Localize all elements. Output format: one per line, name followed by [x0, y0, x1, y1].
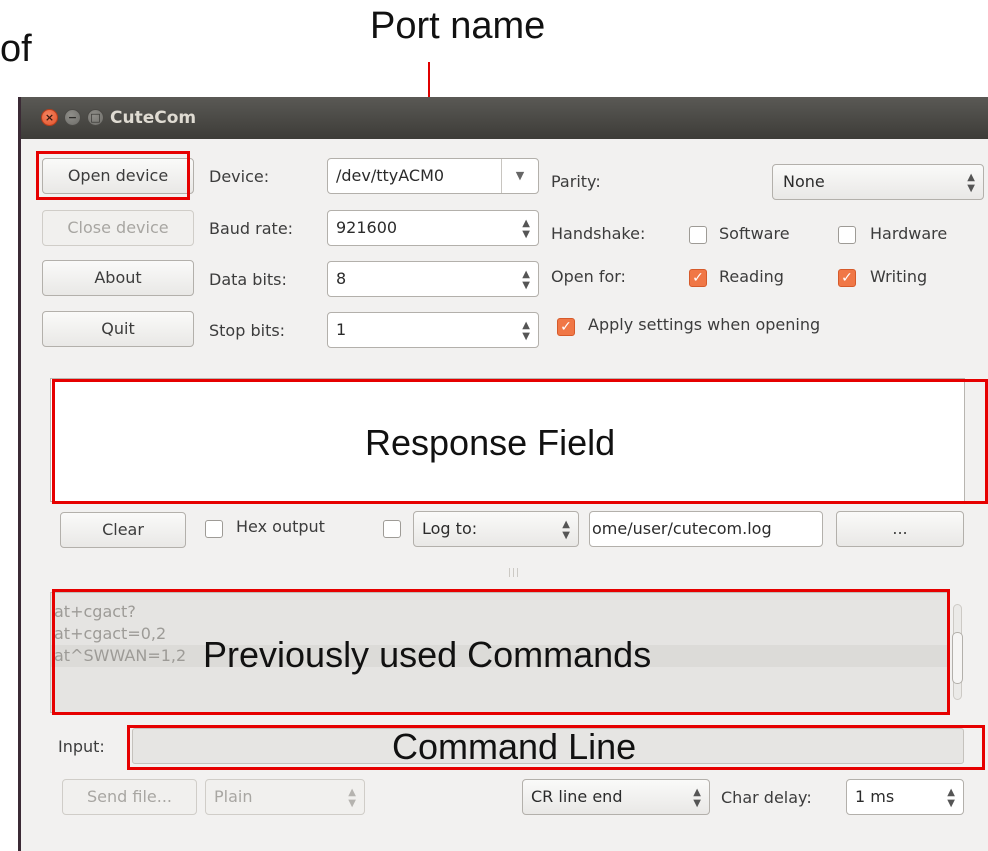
stop-bits-value: 1 [336, 320, 347, 339]
send-mode-combo[interactable]: Plain ▲ ▼ [205, 779, 365, 815]
port-name-annotation: Port name [370, 5, 546, 47]
about-button[interactable]: About [42, 260, 194, 296]
hex-output-checkbox[interactable] [205, 520, 223, 538]
response-field-annotation: Response Field [365, 422, 616, 463]
char-delay-label: Char delay: [721, 788, 812, 807]
stop-bits-spinbox[interactable]: 1 ▲ ▼ [327, 312, 539, 348]
close-device-button[interactable]: Close device [42, 210, 194, 246]
parity-label: Parity: [551, 172, 601, 191]
spin-arrows-icon[interactable]: ▲ ▼ [522, 313, 530, 342]
baud-rate-value: 921600 [336, 218, 398, 237]
data-bits-spinbox[interactable]: 8 ▲ ▼ [327, 261, 539, 297]
device-label: Device: [209, 167, 270, 186]
history-scrollbar[interactable] [950, 592, 965, 713]
window-title: CuteCom [110, 108, 197, 128]
scrollbar-thumb[interactable] [952, 632, 963, 684]
handshake-label: Handshake: [551, 224, 646, 243]
log-checkbox[interactable] [383, 520, 401, 538]
stop-bits-label: Stop bits: [209, 321, 286, 340]
open-for-label: Open for: [551, 267, 626, 286]
chevron-down-icon[interactable]: ▼ [501, 159, 538, 193]
baud-rate-spinbox[interactable]: 921600 ▲ ▼ [327, 210, 539, 246]
hardware-checkbox[interactable] [838, 226, 856, 244]
line-end-value: CR line end [531, 787, 623, 806]
spin-arrows-icon[interactable]: ▲ ▼ [522, 262, 530, 291]
device-combo[interactable]: /dev/ttyACM0 ▼ [327, 158, 539, 194]
cut-off-annotation-text: of [0, 28, 32, 70]
reading-label: Reading [719, 267, 784, 286]
parity-combo[interactable]: None ▲ ▼ [772, 164, 984, 200]
spin-arrows-icon: ▲ ▼ [562, 519, 570, 541]
previous-commands-annotation: Previously used Commands [203, 634, 652, 675]
send-mode-value: Plain [214, 787, 253, 806]
device-value: /dev/ttyACM0 [336, 166, 445, 185]
splitter-handle[interactable]: ||| [508, 568, 520, 578]
window-maximize-button[interactable]: □ [87, 109, 104, 126]
reading-checkbox[interactable]: ✓ [689, 269, 707, 287]
parity-value: None [783, 172, 825, 191]
spin-arrows-icon: ▲ ▼ [967, 172, 975, 194]
open-device-highlight [36, 151, 190, 200]
char-delay-value: 1 ms [855, 787, 895, 806]
close-icon: × [44, 111, 55, 124]
maximize-icon: □ [90, 111, 101, 124]
spin-arrows-icon[interactable]: ▲ ▼ [522, 211, 530, 240]
spin-arrows-icon[interactable]: ▲ ▼ [947, 780, 955, 809]
send-file-button[interactable]: Send file... [62, 779, 197, 815]
char-delay-spinbox[interactable]: 1 ms ▲ ▼ [846, 779, 964, 815]
writing-label: Writing [870, 267, 928, 286]
window-minimize-button[interactable]: − [64, 109, 81, 126]
browse-log-button[interactable]: ... [836, 511, 964, 547]
quit-button[interactable]: Quit [42, 311, 194, 347]
clear-button[interactable]: Clear [60, 512, 186, 548]
software-label: Software [719, 224, 790, 243]
command-line-annotation: Command Line [392, 726, 637, 767]
hardware-label: Hardware [870, 224, 948, 243]
line-end-combo[interactable]: CR line end ▲ ▼ [522, 779, 710, 815]
baud-rate-label: Baud rate: [209, 219, 294, 238]
hex-output-label: Hex output [236, 517, 325, 536]
log-file-path-input[interactable]: ome/user/cutecom.log [589, 511, 823, 547]
spin-arrows-icon: ▲ ▼ [693, 787, 701, 809]
window-close-button[interactable]: × [41, 109, 58, 126]
log-mode-value: Log to: [422, 519, 478, 538]
spin-arrows-icon: ▲ ▼ [348, 787, 356, 809]
minimize-icon: − [67, 111, 78, 124]
apply-settings-label: Apply settings when opening [588, 315, 821, 334]
writing-checkbox[interactable]: ✓ [838, 269, 856, 287]
data-bits-value: 8 [336, 269, 347, 288]
log-mode-combo[interactable]: Log to: ▲ ▼ [413, 511, 579, 547]
input-label: Input: [58, 737, 105, 756]
software-checkbox[interactable] [689, 226, 707, 244]
apply-settings-checkbox[interactable]: ✓ [557, 318, 575, 336]
data-bits-label: Data bits: [209, 270, 287, 289]
